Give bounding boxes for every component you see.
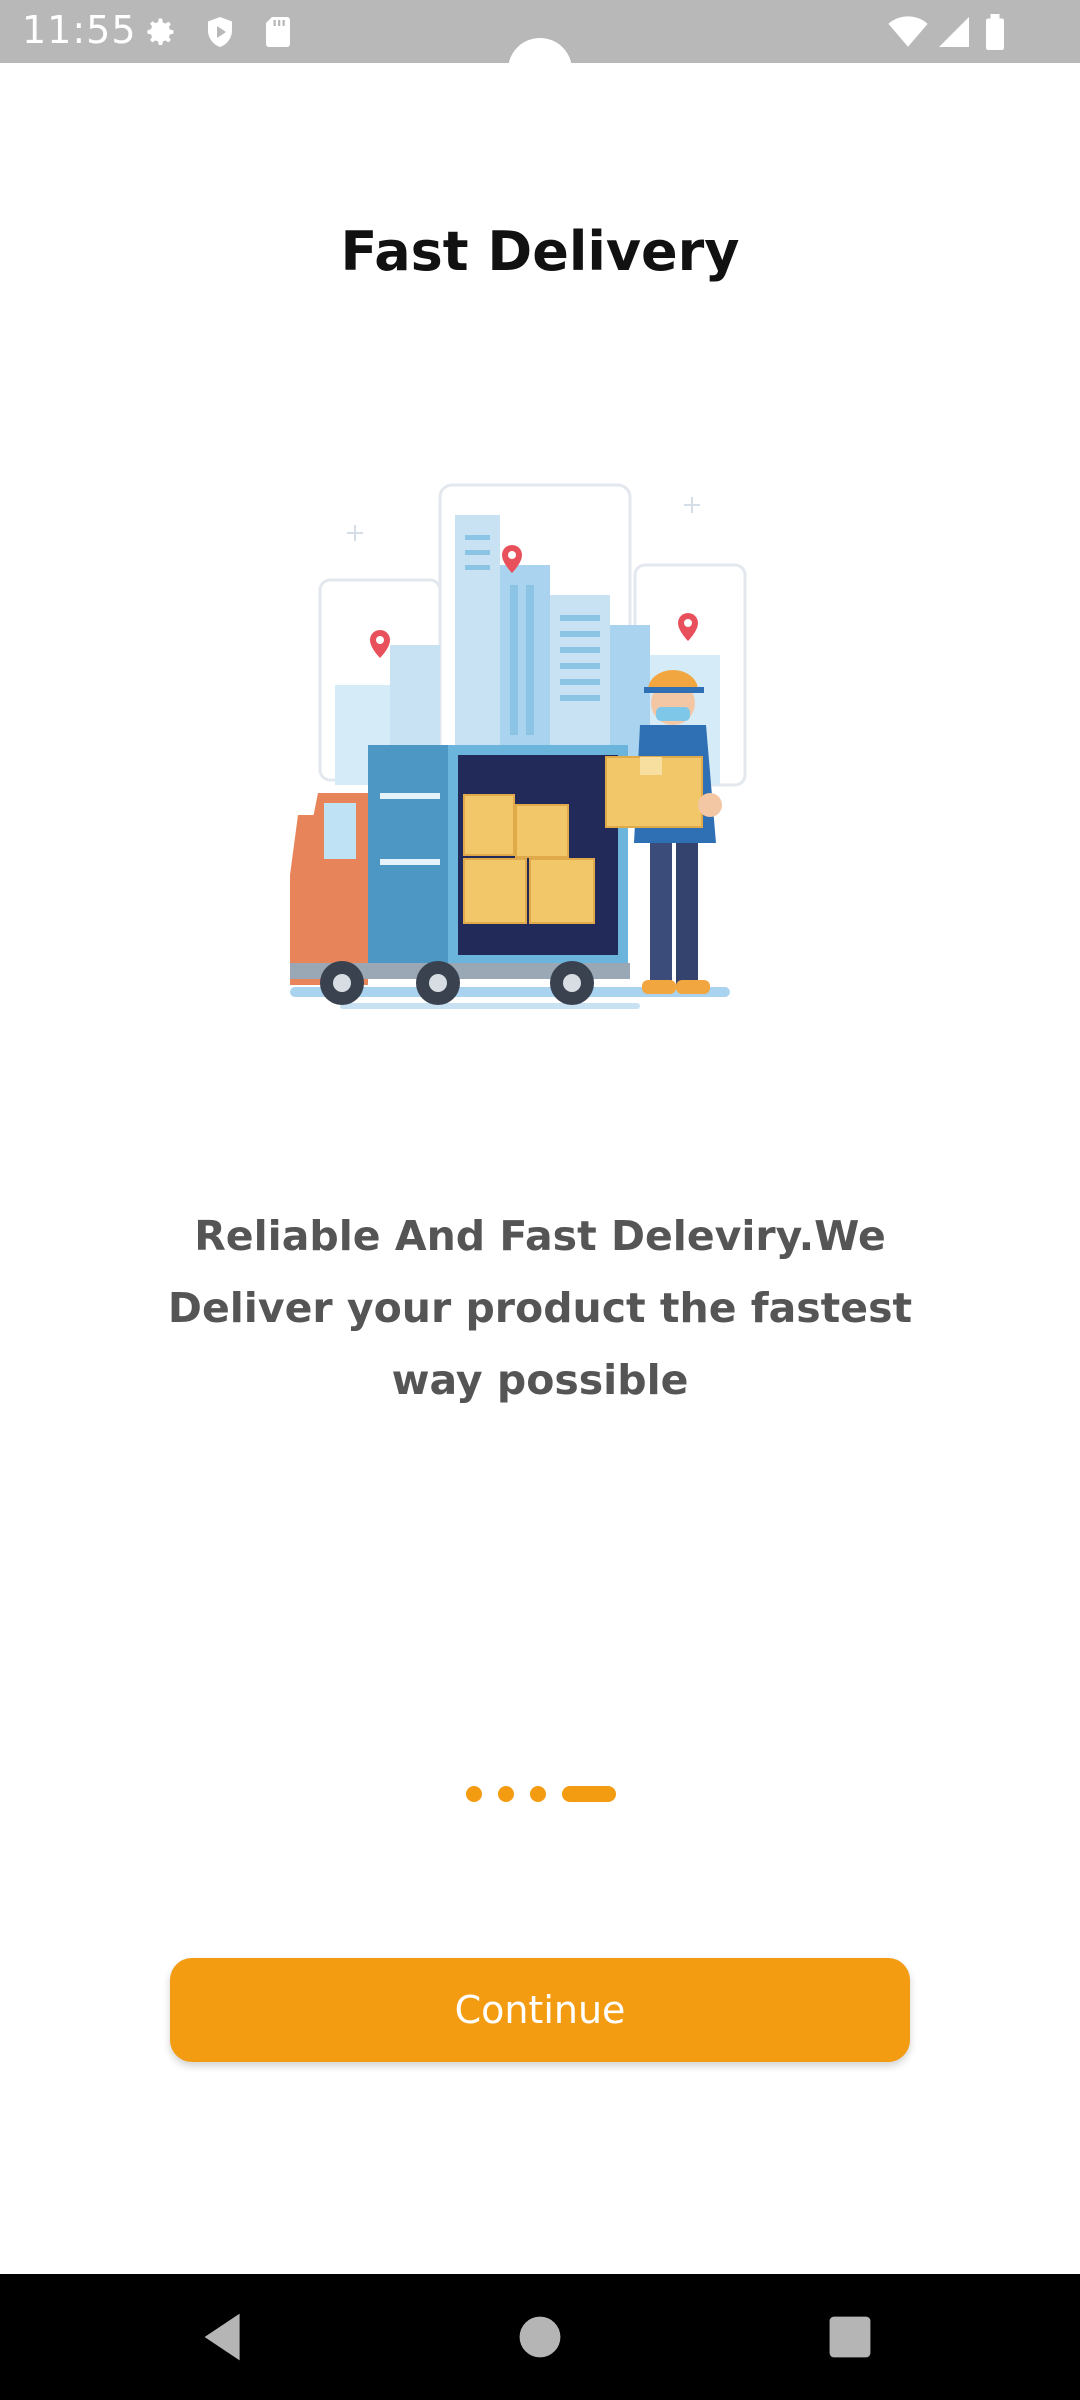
sd-card-icon [260,14,296,50]
delivery-illustration [290,483,747,1009]
page-dot [530,1786,546,1802]
page-indicator [0,1784,1080,1804]
description-text: Reliable And Fast Deleviry.We Deliver yo… [167,1212,913,1404]
wifi-icon [888,14,928,50]
shield-play-icon [202,14,238,50]
page-dot-active [562,1786,616,1802]
page-title: Fast Delivery [340,220,740,283]
page-dot [498,1786,514,1802]
continue-button[interactable]: Continue [170,1958,910,2062]
gear-icon [142,14,178,50]
signal-icon [936,14,972,50]
recents-icon[interactable] [815,2302,885,2372]
back-icon[interactable] [190,2302,260,2372]
status-time: 11:55 [22,8,137,52]
page-dot [466,1786,482,1802]
system-nav-bar [0,2274,1080,2400]
home-icon[interactable] [505,2302,575,2372]
battery-icon [982,14,1008,50]
